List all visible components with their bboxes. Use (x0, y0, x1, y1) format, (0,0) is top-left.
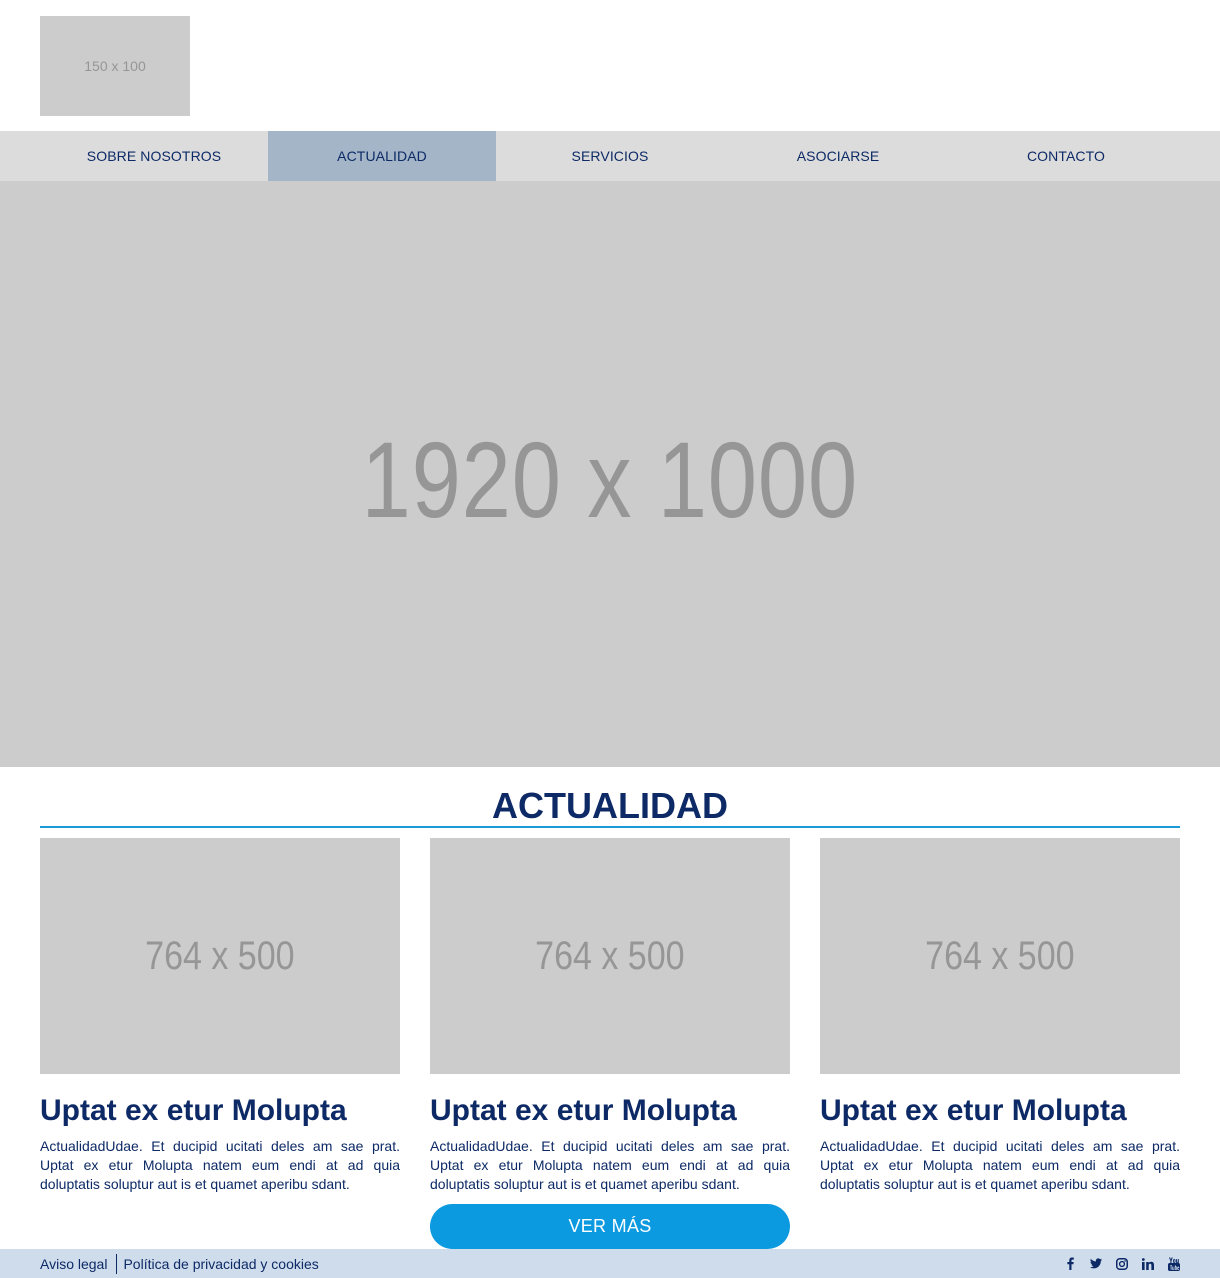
nav-item-sobre-nosotros[interactable]: SOBRE NOSOTROS (40, 131, 268, 181)
main-nav: SOBRE NOSOTROS ACTUALIDAD SERVICIOS ASOC… (0, 131, 1220, 181)
news-card-text: ActualidadUdae. Et ducipid ucitati deles… (820, 1138, 1180, 1192)
news-card-title[interactable]: Uptat ex etur Molupta (40, 1094, 400, 1128)
youtube-icon[interactable] (1168, 1257, 1180, 1271)
section-title: ACTUALIDAD (492, 785, 728, 826)
twitter-icon[interactable] (1090, 1257, 1102, 1270)
logo-placeholder-text: 150 x 100 (84, 58, 146, 74)
nav-item-contacto[interactable]: CONTACTO (952, 131, 1180, 181)
news-card: 764 x 500 Uptat ex etur Molupta Actualid… (820, 838, 1180, 1194)
footer: Aviso legal Política de privacidad y coo… (0, 1249, 1220, 1278)
footer-link-privacidad[interactable]: Política de privacidad y cookies (123, 1256, 318, 1272)
ver-mas-button[interactable]: VER MÁS (430, 1204, 790, 1249)
news-card: 764 x 500 Uptat ex etur Molupta Actualid… (40, 838, 400, 1194)
footer-separator (116, 1253, 118, 1274)
nav-item-actualidad[interactable]: ACTUALIDAD (268, 131, 496, 181)
news-card-text: ActualidadUdae. Et ducipid ucitati deles… (40, 1138, 400, 1192)
instagram-icon[interactable] (1116, 1257, 1128, 1270)
section-divider (40, 826, 1180, 828)
nav-item-asociarse[interactable]: ASOCIARSE (724, 131, 952, 181)
news-card-image[interactable]: 764 x 500 (40, 838, 400, 1074)
nav-item-servicios[interactable]: SERVICIOS (496, 131, 724, 181)
news-card-title[interactable]: Uptat ex etur Molupta (820, 1094, 1180, 1128)
hero-placeholder-text: 1920 x 1000 (361, 418, 859, 540)
news-card-image-text: 764 x 500 (535, 933, 685, 978)
footer-link-aviso-legal[interactable]: Aviso legal (40, 1256, 107, 1272)
news-card-text: ActualidadUdae. Et ducipid ucitati deles… (430, 1138, 790, 1192)
news-card-title[interactable]: Uptat ex etur Molupta (430, 1094, 790, 1128)
logo-placeholder[interactable]: 150 x 100 (40, 16, 190, 116)
news-card-image[interactable]: 764 x 500 (430, 838, 790, 1074)
hero-image-placeholder: 1920 x 1000 (0, 181, 1220, 767)
facebook-icon[interactable] (1064, 1257, 1076, 1270)
news-card-image-text: 764 x 500 (145, 933, 295, 978)
social-links (1064, 1257, 1180, 1271)
news-card-image-text: 764 x 500 (925, 933, 1075, 978)
news-card: 764 x 500 Uptat ex etur Molupta Actualid… (430, 838, 790, 1194)
linkedin-icon[interactable] (1142, 1257, 1154, 1270)
news-card-image[interactable]: 764 x 500 (820, 838, 1180, 1074)
